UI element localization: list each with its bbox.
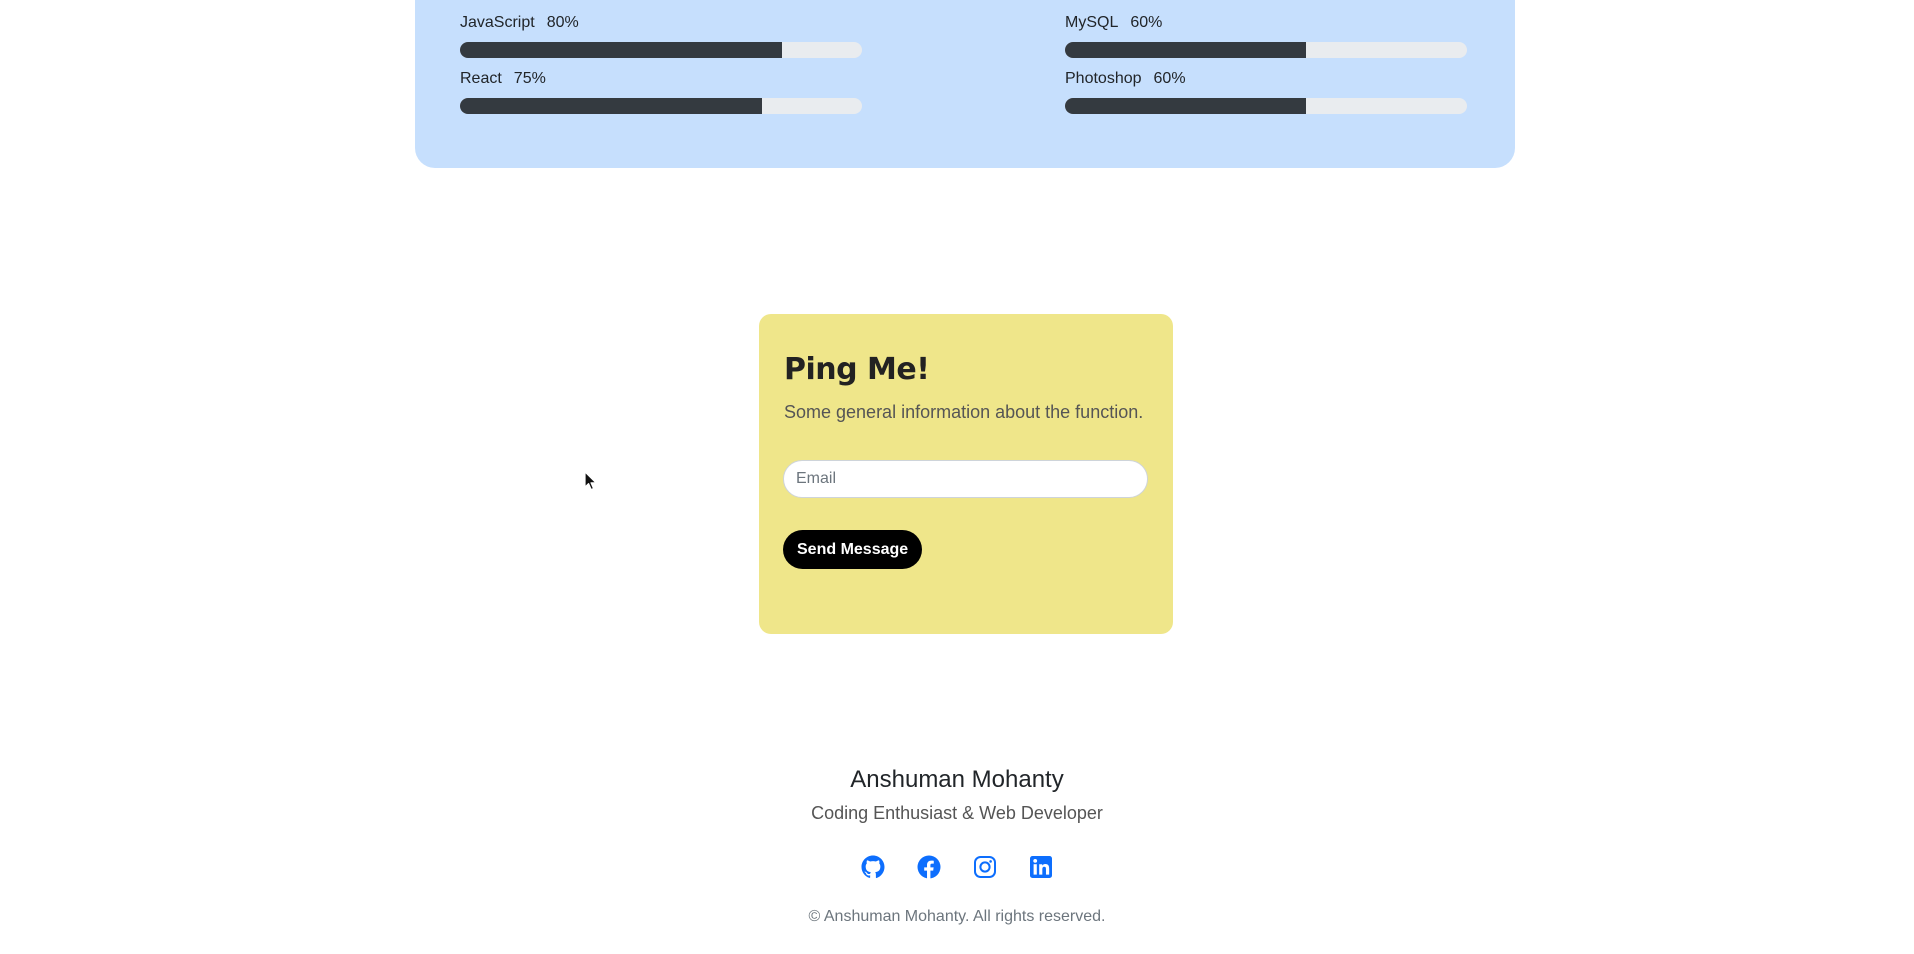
skill-name: MySQL [1065, 14, 1119, 31]
skill-photoshop: Photoshop 60% [1065, 68, 1467, 114]
send-message-button[interactable]: Send Message [783, 530, 923, 569]
skill-percent: 75% [513, 70, 546, 87]
skill-progress-fill [1065, 98, 1307, 114]
footer: Anshuman Mohanty Coding Enthusiast & Web… [0, 765, 1914, 926]
skill-progress-fill [460, 98, 762, 114]
skill-label: MySQL 60% [1065, 12, 1467, 34]
skill-progress-track [1065, 98, 1467, 114]
skill-progress-fill [460, 42, 782, 58]
skill-name: Photoshop [1065, 70, 1142, 87]
skill-progress-track [460, 98, 862, 114]
skill-label: React 75% [460, 68, 862, 90]
mouse-cursor-icon [584, 471, 597, 491]
skill-name: JavaScript [460, 14, 535, 31]
contact-description: Some general information about the funct… [784, 402, 1144, 422]
skill-progress-fill [1065, 42, 1307, 58]
skills-panel: JavaScript 80% MySQL 60% React 75% Photo… [415, 0, 1515, 168]
page: JavaScript 80% MySQL 60% React 75% Photo… [0, 0, 1914, 954]
skill-percent: 60% [1130, 14, 1163, 31]
skill-percent: 60% [1153, 70, 1186, 87]
skill-percent: 80% [546, 14, 579, 31]
facebook-icon[interactable] [917, 855, 941, 879]
contact-card: Ping Me! Some general information about … [759, 314, 1173, 634]
skill-name: React [460, 70, 502, 87]
social-links [0, 855, 1914, 879]
footer-name: Anshuman Mohanty [850, 766, 1064, 793]
linkedin-icon[interactable] [1029, 855, 1053, 879]
footer-tagline: Coding Enthusiast & Web Developer [811, 803, 1103, 823]
skill-label: Photoshop 60% [1065, 68, 1467, 90]
footer-copyright: © Anshuman Mohanty. All rights reserved. [808, 908, 1106, 925]
skill-progress-track [460, 42, 862, 58]
skill-mysql: MySQL 60% [1065, 12, 1467, 58]
skill-react: React 75% [460, 68, 862, 114]
skill-label: JavaScript 80% [460, 12, 862, 34]
email-input[interactable] [783, 460, 1148, 498]
contact-title: Ping Me! [784, 352, 930, 387]
github-icon[interactable] [861, 855, 885, 879]
instagram-icon[interactable] [973, 855, 997, 879]
skill-progress-track [1065, 42, 1467, 58]
skill-javascript: JavaScript 80% [460, 12, 862, 58]
